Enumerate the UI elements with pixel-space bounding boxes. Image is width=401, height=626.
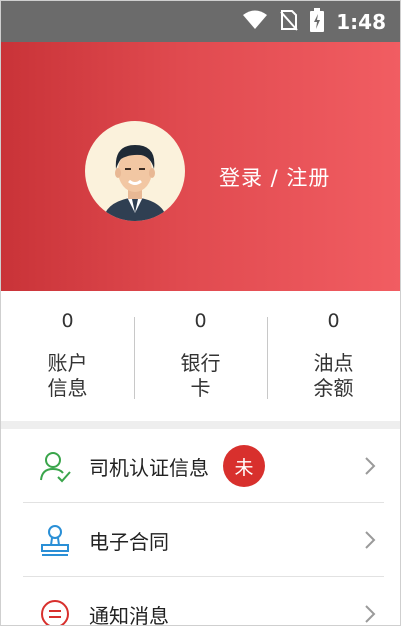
- status-icons: 1:48: [242, 7, 386, 36]
- chevron-right-icon: [364, 456, 376, 480]
- stat-value: 0: [61, 310, 74, 332]
- chevron-right-icon: [364, 604, 376, 625]
- avatar-man-icon[interactable]: [85, 121, 185, 221]
- chevron-right-icon: [364, 530, 376, 554]
- login-register-link[interactable]: 登录 / 注册: [219, 162, 330, 192]
- menu-label: 电子合同: [89, 529, 169, 554]
- status-bar: 1:48: [1, 1, 400, 42]
- no-sim-icon: [280, 9, 298, 35]
- menu-list: 司机认证信息 未 电子合同 通知消息: [1, 429, 400, 626]
- profile-header: 登录 / 注册: [1, 42, 400, 291]
- unverified-badge: 未: [223, 445, 265, 487]
- stat-bank-card[interactable]: 0 银行 卡: [134, 291, 267, 421]
- section-divider: [1, 421, 400, 429]
- stat-label: 账户 信息: [47, 351, 88, 400]
- status-time: 1:48: [336, 9, 386, 34]
- stat-label: 油点 余额: [313, 351, 354, 400]
- user-check-icon: [37, 448, 73, 484]
- menu-item-e-contract[interactable]: 电子合同: [1, 503, 400, 577]
- menu-label: 通知消息: [89, 603, 169, 626]
- stat-label: 银行 卡: [180, 351, 221, 400]
- stat-value: 0: [327, 310, 340, 332]
- menu-item-notifications[interactable]: 通知消息: [1, 577, 400, 626]
- app-screen: 1:48 登录 / 注册 0 账户 信息 0 银行 卡 0 油点 余额 司机认证…: [0, 0, 401, 626]
- battery-charging-icon: [310, 7, 325, 36]
- menu-label: 司机认证信息: [89, 455, 209, 480]
- account-stats: 0 账户 信息 0 银行 卡 0 油点 余额: [1, 291, 400, 421]
- message-icon: [37, 596, 73, 625]
- menu-item-driver-certification[interactable]: 司机认证信息 未: [1, 429, 400, 503]
- stamp-icon: [37, 522, 73, 558]
- wifi-icon: [242, 10, 268, 34]
- stat-oil-points[interactable]: 0 油点 余额: [267, 291, 400, 421]
- stat-account-info[interactable]: 0 账户 信息: [1, 291, 134, 421]
- stat-value: 0: [194, 310, 207, 332]
